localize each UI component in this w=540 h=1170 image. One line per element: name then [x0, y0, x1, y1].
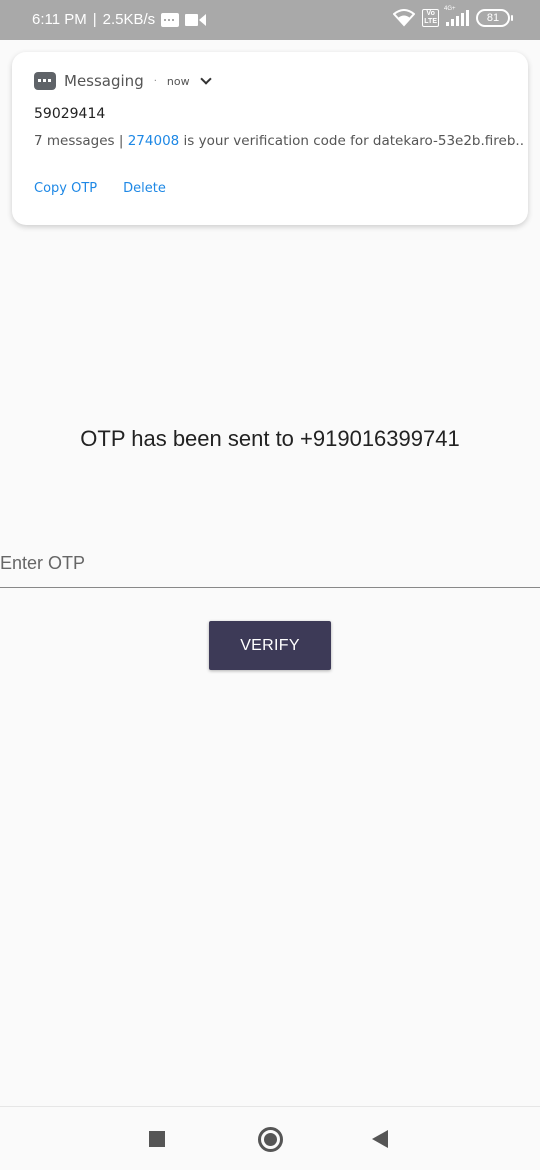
status-bar: 6:11 PM | 2.5KB/s Vo LTE 4G+ 81 [0, 0, 540, 40]
notification-body-prefix: 7 messages | [34, 133, 128, 149]
notification-time: now [166, 74, 190, 88]
message-icon [161, 12, 180, 27]
verify-button[interactable]: VERIFY [209, 621, 331, 670]
recents-square-icon[interactable] [149, 1131, 165, 1147]
notification-actions: Copy OTP Delete [34, 181, 166, 196]
copy-otp-button[interactable]: Copy OTP [34, 181, 97, 196]
video-icon [185, 13, 207, 26]
battery-icon: 81 [476, 9, 513, 27]
signal-icon: 4G+ [444, 6, 469, 26]
status-left: 6:11 PM | 2.5KB/s [32, 11, 207, 28]
notification-body: 7 messages | 274008 is your verification… [34, 133, 524, 149]
otp-sent-message: OTP has been sent to +919016399741 [80, 426, 460, 451]
notification-app-name: Messaging [64, 72, 144, 90]
notification-body-suffix: is your verification code for datekaro-5… [179, 133, 525, 149]
volte-icon: Vo LTE [422, 9, 439, 27]
otp-input[interactable] [0, 540, 540, 588]
back-triangle-icon[interactable] [372, 1130, 388, 1148]
status-time: 6:11 PM [32, 11, 87, 28]
home-circle-icon[interactable] [258, 1127, 283, 1152]
messaging-app-icon [34, 72, 56, 90]
otp-code-link[interactable]: 274008 [128, 133, 180, 149]
network-type: 4G+ [444, 6, 456, 12]
status-right: Vo LTE 4G+ 81 [393, 6, 513, 27]
network-speed: 2.5KB/s [102, 11, 156, 28]
notification-title: 59029414 [34, 106, 106, 122]
chevron-down-icon[interactable] [199, 73, 212, 85]
notification-dot: · [153, 75, 157, 87]
notification-card[interactable]: Messaging · now 59029414 7 messages | 27… [12, 52, 528, 225]
status-separator: | [92, 11, 97, 28]
navigation-bar [0, 1106, 540, 1170]
screen: 6:11 PM | 2.5KB/s Vo LTE 4G+ 81 Messagin… [0, 0, 540, 1170]
delete-button[interactable]: Delete [123, 181, 166, 196]
wifi-icon [393, 9, 416, 27]
notification-header: Messaging · now [34, 72, 212, 90]
